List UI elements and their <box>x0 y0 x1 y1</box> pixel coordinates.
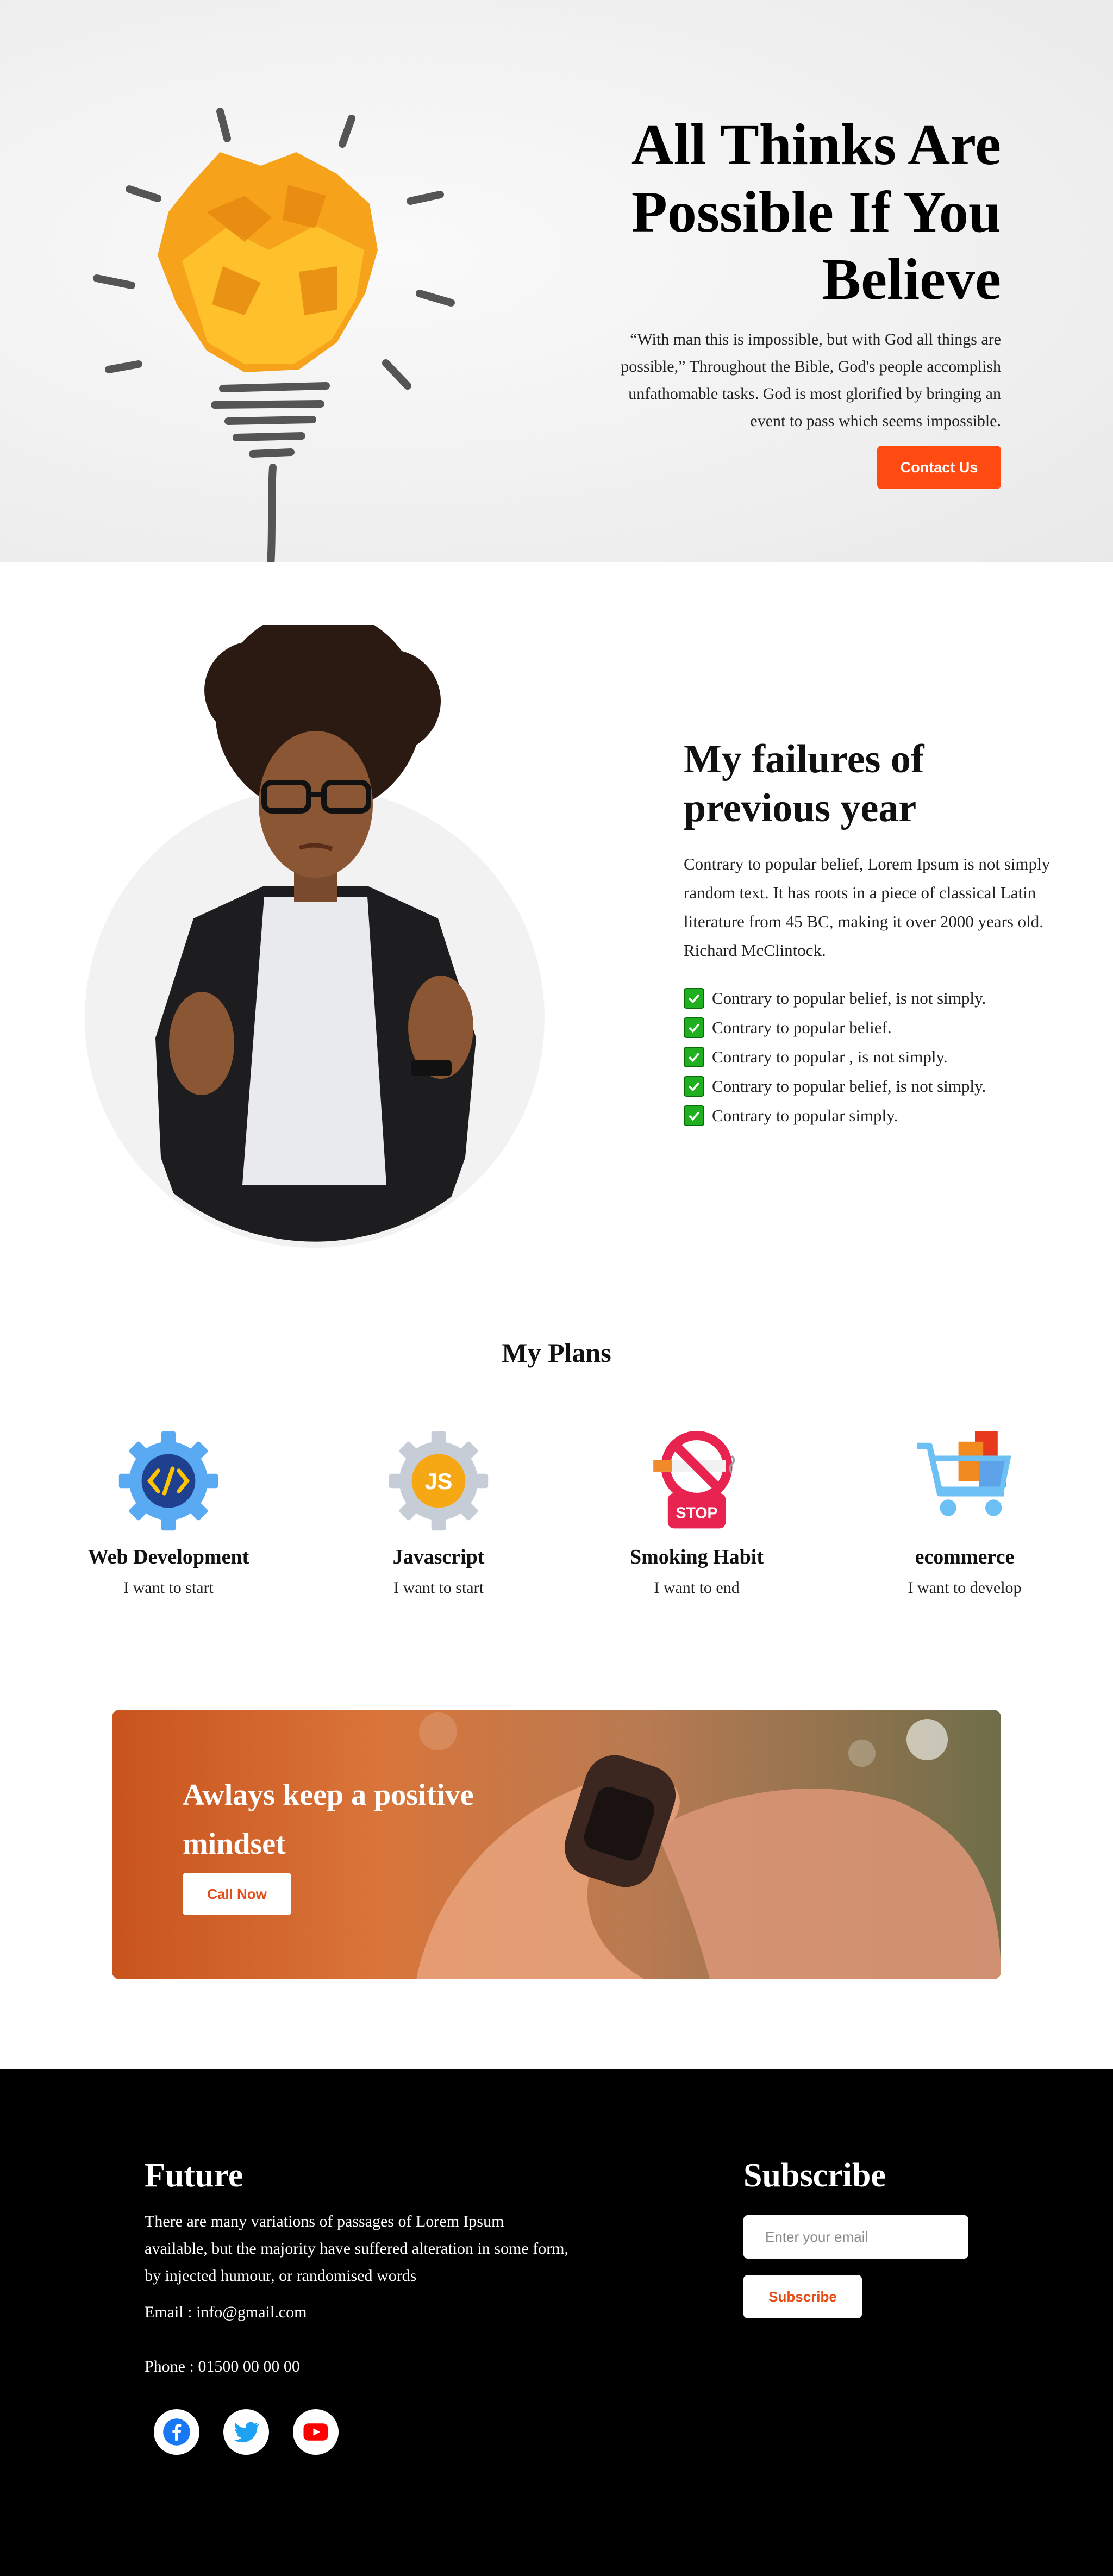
green-check-box-icon <box>684 1047 704 1067</box>
call-now-button[interactable]: Call Now <box>183 1873 291 1915</box>
footer-phone: Phone : 01500 00 00 00 <box>145 2358 300 2375</box>
list-item: Contrary to popular belief, is not simpl… <box>684 984 1086 1013</box>
list-item-text: Contrary to popular belief. <box>712 1018 892 1037</box>
plan-card-ecommerce: ecommerce I want to develop <box>851 1429 1079 1609</box>
plan-subtitle: I want to start <box>393 1579 484 1597</box>
green-check-box-icon <box>684 988 704 1009</box>
list-item-text: Contrary to popular belief, is not simpl… <box>712 1077 986 1096</box>
lightbulb-illustration <box>93 108 455 562</box>
list-item-text: Contrary to popular , is not simply. <box>712 1047 948 1066</box>
plan-card-web-development: Web Development I want to start <box>54 1429 283 1609</box>
twitter-icon[interactable] <box>223 2409 269 2455</box>
plan-subtitle: I want to end <box>654 1579 740 1597</box>
youtube-icon[interactable] <box>293 2409 339 2455</box>
svg-text:STOP: STOP <box>676 1504 717 1522</box>
plan-title: ecommerce <box>915 1546 1015 1568</box>
facebook-icon[interactable] <box>154 2409 199 2455</box>
web-development-gear-icon <box>118 1431 218 1531</box>
footer-description: There are many variations of passages of… <box>145 2212 569 2285</box>
contact-us-button[interactable]: Contact Us <box>877 446 1001 489</box>
hero-title: All Thinks Are Possible If You Believe <box>631 112 1001 312</box>
svg-text:JS: JS <box>424 1468 452 1494</box>
subscribe-title: Subscribe <box>743 2157 886 2194</box>
list-item: Contrary to popular , is not simply. <box>684 1042 1086 1072</box>
hero-section: All Thinks Are Possible If You Believe “… <box>0 0 1113 562</box>
green-check-box-icon <box>684 1076 704 1097</box>
plan-subtitle: I want to develop <box>908 1579 1022 1597</box>
footer-email: Email : info@gmail.com <box>145 2303 307 2321</box>
failures-list: Contrary to popular belief, is not simpl… <box>684 984 1086 1130</box>
list-item: Contrary to popular belief, is not simpl… <box>684 1072 1086 1101</box>
woman-portrait-photo <box>155 625 476 1242</box>
green-check-box-icon <box>684 1017 704 1038</box>
list-item: Contrary to popular belief. <box>684 1013 1086 1042</box>
plan-card-javascript: JS Javascript I want to start <box>324 1429 553 1609</box>
footer: Future There are many variations of pass… <box>0 2069 1113 2576</box>
footer-brand: Future <box>145 2157 243 2194</box>
positive-mindset-banner: Awlays keep a positive mindset Call Now <box>112 1710 1001 1979</box>
failures-title: My failures of previous year <box>684 737 924 830</box>
plan-card-smoking-habit: STOP Smoking Habit I want to end <box>583 1429 811 1609</box>
list-item-text: Contrary to popular simply. <box>712 1106 898 1125</box>
plans-title: My Plans <box>502 1337 611 1368</box>
shopping-cart-icon <box>917 1431 1011 1516</box>
failures-description: Contrary to popular belief, Lorem Ipsum … <box>684 854 1051 960</box>
plan-title: Web Development <box>87 1546 249 1568</box>
green-check-box-icon <box>684 1105 704 1126</box>
no-smoking-stop-icon: STOP <box>653 1430 735 1529</box>
javascript-gear-icon: JS <box>389 1431 489 1531</box>
plan-subtitle: I want to start <box>123 1579 214 1597</box>
plan-title: Smoking Habit <box>629 1546 764 1568</box>
hero-quote: “With man this is impossible, but with G… <box>621 330 1001 430</box>
plan-title: Javascript <box>392 1546 485 1568</box>
list-item: Contrary to popular simply. <box>684 1101 1086 1130</box>
email-field[interactable] <box>743 2215 968 2259</box>
list-item-text: Contrary to popular belief, is not simpl… <box>712 989 986 1008</box>
subscribe-button[interactable]: Subscribe <box>743 2275 862 2318</box>
banner-title: Awlays keep a positive mindset <box>183 1778 474 1861</box>
